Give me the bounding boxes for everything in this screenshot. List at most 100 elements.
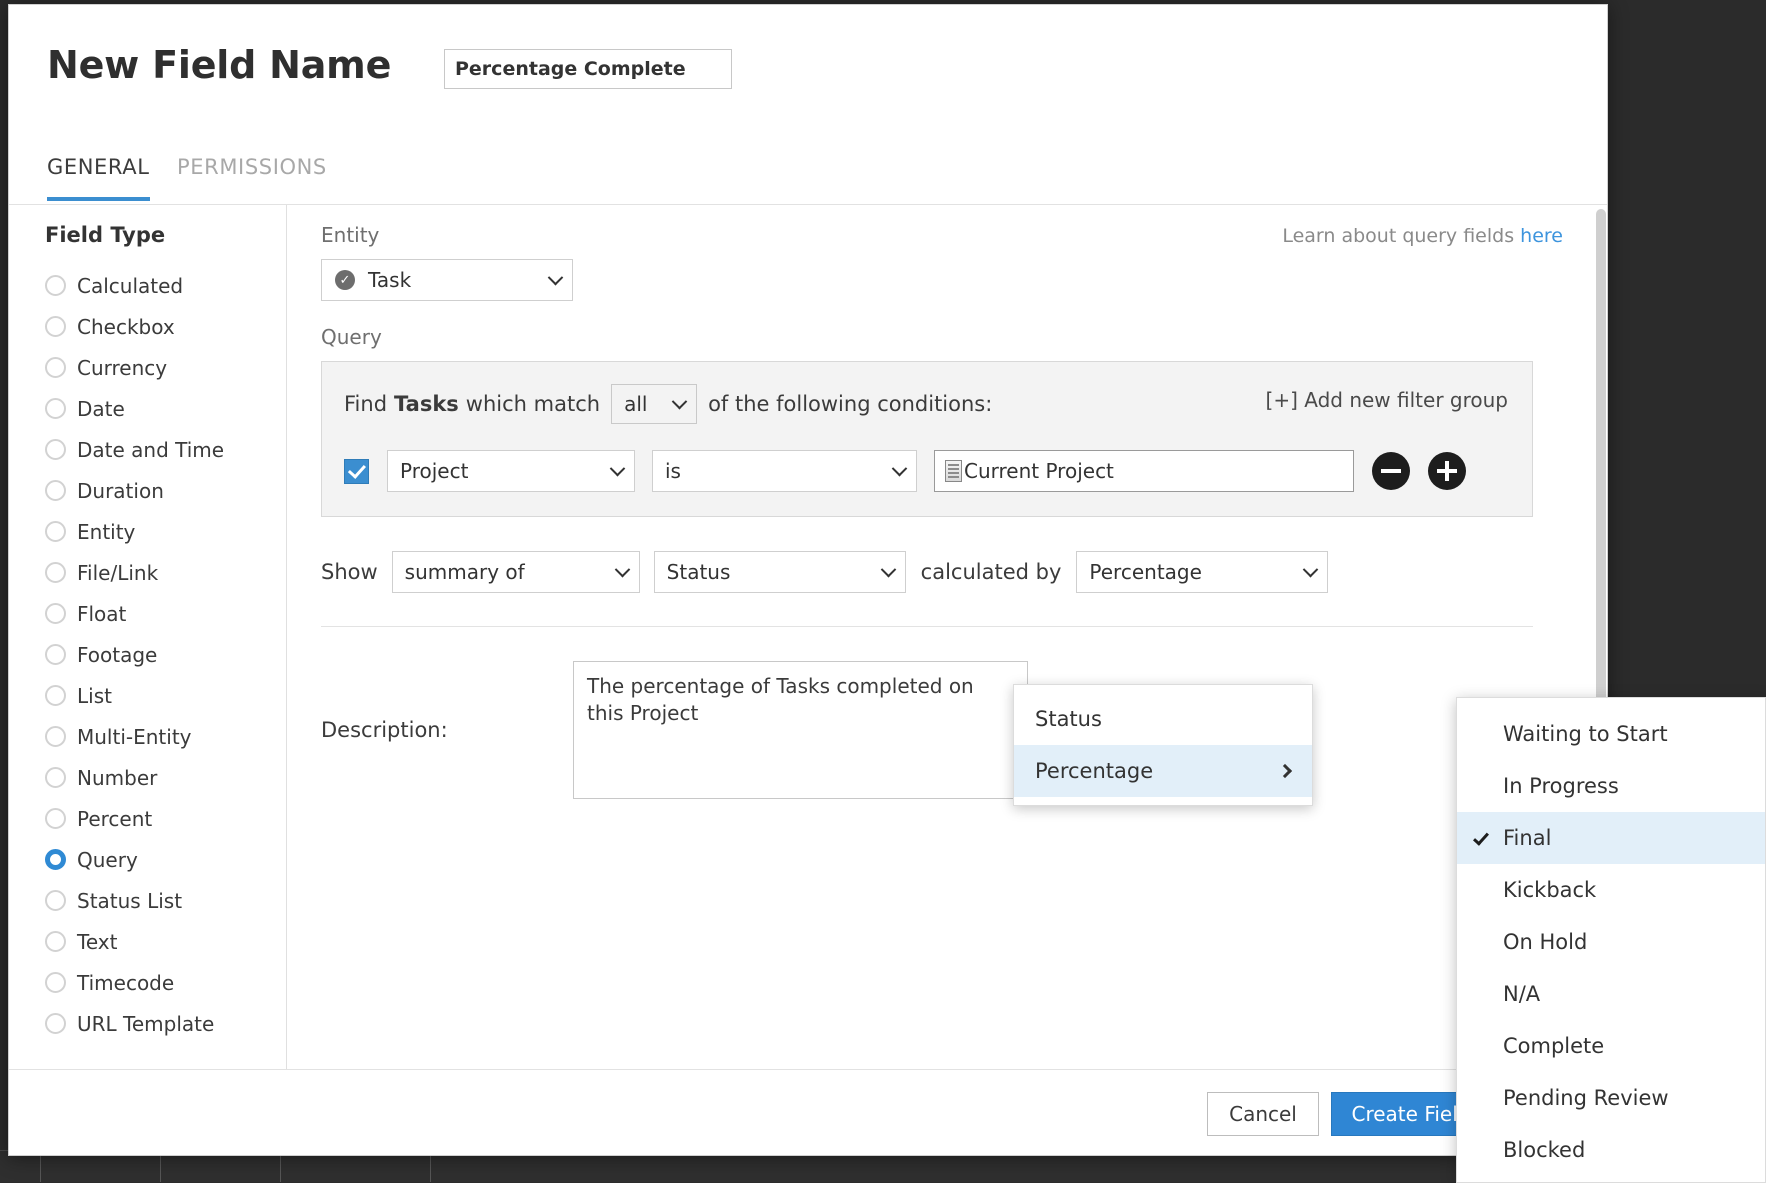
field-type-label: List [77, 684, 112, 708]
summary-mode-select[interactable]: summary of [392, 551, 640, 593]
condition-field-select[interactable]: Project [387, 450, 635, 492]
field-type-option-timecode[interactable]: Timecode [45, 962, 286, 1003]
radio-icon[interactable] [45, 890, 66, 911]
radio-icon[interactable] [45, 480, 66, 501]
field-type-option-duration[interactable]: Duration [45, 470, 286, 511]
add-filter-group-button[interactable]: [+] Add new filter group [1266, 388, 1508, 412]
field-type-label: Timecode [77, 971, 174, 995]
field-type-option-float[interactable]: Float [45, 593, 286, 634]
submenu-item-pending-review[interactable]: Pending Review [1457, 1072, 1765, 1124]
field-name-input[interactable] [444, 49, 732, 89]
chevron-right-icon [1278, 764, 1292, 778]
field-type-heading: Field Type [45, 223, 286, 247]
entity-select-value: Task [368, 268, 411, 292]
submenu-item-label: Blocked [1503, 1138, 1585, 1162]
status-submenu: Waiting to Start In Progress Final Kickb… [1456, 697, 1766, 1183]
chevron-down-icon [892, 461, 908, 477]
tab-general[interactable]: GENERAL [47, 155, 150, 201]
radio-icon[interactable] [45, 644, 66, 665]
field-type-option-list[interactable]: List [45, 675, 286, 716]
entity-select[interactable]: ✓ Task [321, 259, 573, 301]
submenu-item-label: In Progress [1503, 774, 1619, 798]
submenu-item-on-hold[interactable]: On Hold [1457, 916, 1765, 968]
radio-icon[interactable] [45, 275, 66, 296]
field-type-label: Percent [77, 807, 152, 831]
field-type-option-currency[interactable]: Currency [45, 347, 286, 388]
cancel-button[interactable]: Cancel [1207, 1092, 1319, 1136]
calculated-by-dropdown-menu: Status Percentage [1013, 684, 1313, 806]
description-row: Description: [321, 661, 1575, 799]
condition-enabled-checkbox[interactable] [344, 459, 369, 484]
page-title: New Field Name [47, 43, 391, 87]
submenu-item-final[interactable]: Final [1457, 812, 1765, 864]
field-type-option-calculated[interactable]: Calculated [45, 265, 286, 306]
field-type-option-url-template[interactable]: URL Template [45, 1003, 286, 1044]
submenu-item-waiting-to-start[interactable]: Waiting to Start [1457, 708, 1765, 760]
learn-more-link[interactable]: here [1520, 225, 1563, 247]
radio-icon[interactable] [45, 931, 66, 952]
field-type-option-date-and-time[interactable]: Date and Time [45, 429, 286, 470]
show-summary-row: Show summary of Status calculated by Per… [321, 551, 1575, 593]
add-condition-button[interactable] [1428, 452, 1466, 490]
field-type-option-entity[interactable]: Entity [45, 511, 286, 552]
radio-icon[interactable] [45, 398, 66, 419]
summary-field-value: Status [667, 560, 731, 584]
radio-icon[interactable] [45, 808, 66, 829]
match-mode-value: all [624, 392, 647, 416]
condition-operator-select[interactable]: is [652, 450, 917, 492]
match-mode-select[interactable]: all [611, 384, 697, 424]
submenu-item-kickback[interactable]: Kickback [1457, 864, 1765, 916]
field-type-option-multi-entity[interactable]: Multi-Entity [45, 716, 286, 757]
remove-condition-button[interactable] [1372, 452, 1410, 490]
radio-icon[interactable] [45, 726, 66, 747]
radio-icon[interactable] [45, 357, 66, 378]
field-type-option-date[interactable]: Date [45, 388, 286, 429]
filter-condition-row: Project is Current Project [344, 450, 1510, 492]
field-type-option-text[interactable]: Text [45, 921, 286, 962]
description-textarea[interactable] [573, 661, 1028, 799]
learn-text: Learn about query fields [1282, 225, 1514, 247]
submenu-item-label: N/A [1503, 982, 1540, 1006]
summary-field-select[interactable]: Status [654, 551, 906, 593]
field-type-option-query[interactable]: Query [45, 839, 286, 880]
menu-item-status[interactable]: Status [1014, 693, 1312, 745]
chevron-down-icon [672, 394, 688, 410]
tab-permissions[interactable]: PERMISSIONS [177, 155, 327, 201]
field-type-option-footage[interactable]: Footage [45, 634, 286, 675]
radio-icon[interactable] [45, 439, 66, 460]
radio-icon[interactable] [45, 521, 66, 542]
submenu-item-complete[interactable]: Complete [1457, 1020, 1765, 1072]
field-type-label: Status List [77, 889, 182, 913]
find-prefix: Find [344, 392, 387, 416]
field-type-option-checkbox[interactable]: Checkbox [45, 306, 286, 347]
submenu-item-in-progress[interactable]: In Progress [1457, 760, 1765, 812]
field-type-option-percent[interactable]: Percent [45, 798, 286, 839]
radio-icon[interactable] [45, 562, 66, 583]
submenu-item-blocked[interactable]: Blocked [1457, 1124, 1765, 1176]
radio-icon[interactable] [45, 685, 66, 706]
radio-icon-selected[interactable] [45, 849, 66, 870]
find-mid-text: which match [466, 392, 600, 416]
condition-value-input[interactable]: Current Project [934, 450, 1354, 492]
radio-icon[interactable] [45, 316, 66, 337]
field-type-label: Currency [77, 356, 167, 380]
menu-item-percentage[interactable]: Percentage [1014, 745, 1312, 797]
field-type-label: Query [77, 848, 138, 872]
task-circle-icon: ✓ [335, 270, 355, 290]
tab-bar: GENERAL PERMISSIONS [9, 133, 1608, 205]
dialog-body: Field Type Calculated Checkbox Currency … [9, 205, 1608, 1071]
field-type-label: Date and Time [77, 438, 224, 462]
field-type-option-number[interactable]: Number [45, 757, 286, 798]
field-type-label: URL Template [77, 1012, 214, 1036]
calculated-by-select[interactable]: Percentage [1076, 551, 1328, 593]
field-type-label: Entity [77, 520, 135, 544]
radio-icon[interactable] [45, 603, 66, 624]
field-type-option-status-list[interactable]: Status List [45, 880, 286, 921]
field-type-option-file-link[interactable]: File/Link [45, 552, 286, 593]
radio-icon[interactable] [45, 1013, 66, 1034]
query-section-label: Query [321, 325, 1575, 349]
radio-icon[interactable] [45, 767, 66, 788]
radio-icon[interactable] [45, 972, 66, 993]
submenu-item-na[interactable]: N/A [1457, 968, 1765, 1020]
chevron-down-icon [610, 461, 626, 477]
